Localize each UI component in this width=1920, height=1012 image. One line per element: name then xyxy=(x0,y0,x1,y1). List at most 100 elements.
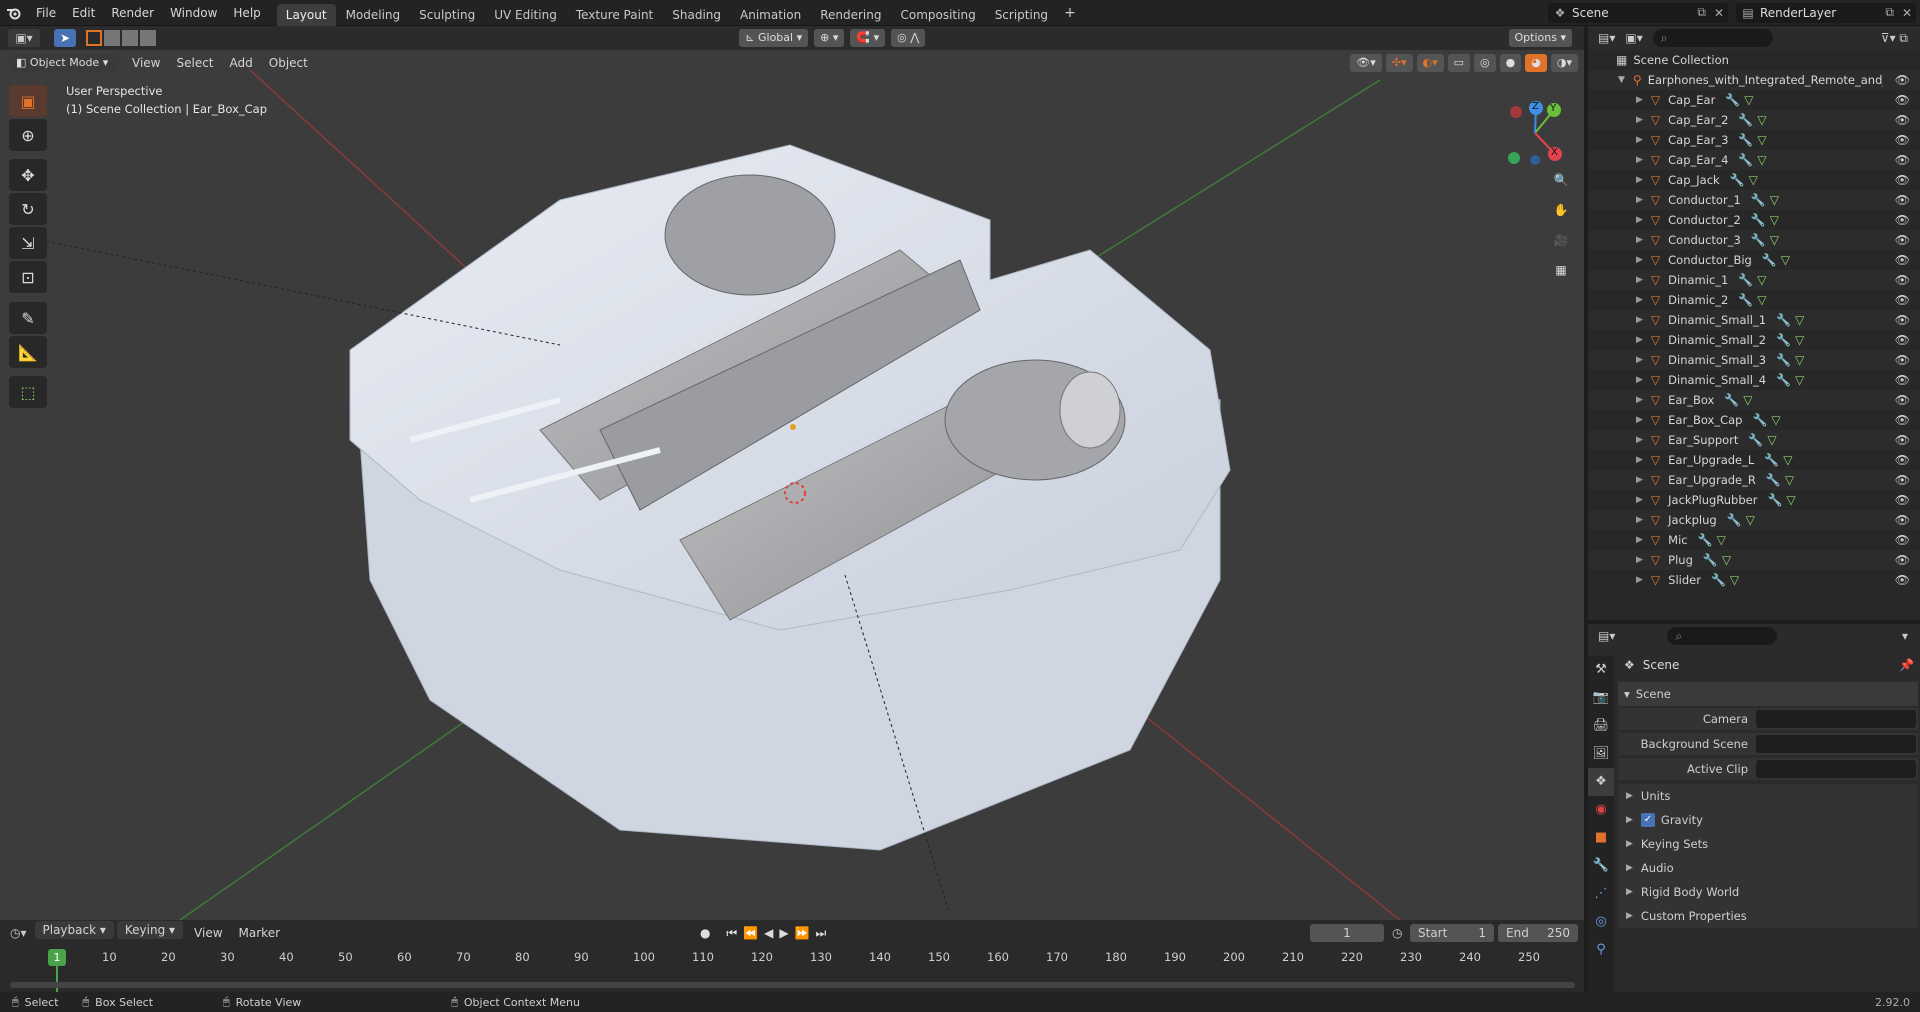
outliner-item-jackplugrubber[interactable]: ▶ ▽ JackPlugRubber 🔧 ▽ 👁 xyxy=(1588,490,1920,510)
modifier-wrench-icon[interactable]: 🔧 xyxy=(1738,273,1753,287)
modifier-wrench-icon[interactable]: 🔧 xyxy=(1748,433,1763,447)
chevron-right-icon[interactable]: ▶ xyxy=(1636,495,1643,505)
3d-viewport[interactable]: User Perspective (1) Scene Collection | … xyxy=(0,50,1584,920)
eye-icon[interactable]: 👁 xyxy=(1895,113,1910,127)
chevron-right-icon[interactable]: ▶ xyxy=(1636,375,1643,385)
mesh-data-icon[interactable]: ▽ xyxy=(1717,533,1726,547)
blender-logo-icon[interactable] xyxy=(0,0,28,26)
modifier-wrench-icon[interactable]: 🔧 xyxy=(1776,353,1791,367)
eye-icon[interactable]: 👁 xyxy=(1895,193,1910,207)
modifier-tab-icon[interactable]: 🔧 xyxy=(1588,852,1614,880)
modifier-wrench-icon[interactable]: 🔧 xyxy=(1776,333,1791,347)
mesh-data-icon[interactable]: ▽ xyxy=(1767,433,1776,447)
modifier-wrench-icon[interactable]: 🔧 xyxy=(1724,393,1739,407)
eye-icon[interactable]: 👁 xyxy=(1895,333,1910,347)
eye-icon[interactable]: 👁 xyxy=(1895,473,1910,487)
tab-scripting[interactable]: Scripting xyxy=(986,4,1057,26)
eye-icon[interactable]: 👁 xyxy=(1895,353,1910,367)
eye-icon[interactable]: 👁 xyxy=(1895,513,1910,527)
outliner-item-conductor_1[interactable]: ▶ ▽ Conductor_1 🔧 ▽ 👁 xyxy=(1588,190,1920,210)
viewport-menu-view[interactable]: View xyxy=(124,51,168,75)
tab-modeling[interactable]: Modeling xyxy=(337,4,410,26)
chevron-right-icon[interactable]: ▶ xyxy=(1636,215,1643,225)
modifier-wrench-icon[interactable]: 🔧 xyxy=(1751,233,1766,247)
outliner-item-ear_upgrade_l[interactable]: ▶ ▽ Ear_Upgrade_L 🔧 ▽ 👁 xyxy=(1588,450,1920,470)
modifier-wrench-icon[interactable]: 🔧 xyxy=(1738,133,1753,147)
mesh-data-icon[interactable]: ▽ xyxy=(1785,473,1794,487)
chevron-right-icon[interactable]: ▶ xyxy=(1636,95,1643,105)
navigation-gizmo[interactable]: Y X Z xyxy=(1500,98,1570,168)
eye-icon[interactable]: 👁 xyxy=(1895,73,1910,87)
chevron-down-icon[interactable]: ▼ xyxy=(1618,75,1625,85)
object-tab-icon[interactable]: ■ xyxy=(1588,824,1614,852)
outliner-item-cap_ear_2[interactable]: ▶ ▽ Cap_Ear_2 🔧 ▽ 👁 xyxy=(1588,110,1920,130)
mode-dropdown[interactable]: ◧ Object Mode ▾ xyxy=(10,54,118,72)
modifier-wrench-icon[interactable]: 🔧 xyxy=(1698,533,1713,547)
chevron-right-icon[interactable]: ▶ xyxy=(1636,415,1643,425)
outliner-item-dinamic_1[interactable]: ▶ ▽ Dinamic_1 🔧 ▽ 👁 xyxy=(1588,270,1920,290)
mesh-data-icon[interactable]: ▽ xyxy=(1795,353,1804,367)
outliner-item-ear_box[interactable]: ▶ ▽ Ear_Box 🔧 ▽ 👁 xyxy=(1588,390,1920,410)
viewport-menu-object[interactable]: Object xyxy=(261,51,316,75)
chevron-right-icon[interactable]: ▶ xyxy=(1636,115,1643,125)
mesh-data-icon[interactable]: ▽ xyxy=(1795,313,1804,327)
mesh-data-icon[interactable]: ▽ xyxy=(1744,93,1753,107)
camera-view-icon[interactable]: 🎥 xyxy=(1547,226,1575,254)
scene-tab-icon[interactable]: ❖ xyxy=(1588,768,1614,796)
mesh-data-icon[interactable]: ▽ xyxy=(1786,493,1795,507)
transform-tool[interactable]: ⊡ xyxy=(9,261,47,293)
outliner-item-dinamic_small_1[interactable]: ▶ ▽ Dinamic_Small_1 🔧 ▽ 👁 xyxy=(1588,310,1920,330)
modifier-wrench-icon[interactable]: 🔧 xyxy=(1766,473,1781,487)
chevron-right-icon[interactable]: ▶ xyxy=(1636,255,1643,265)
section-audio[interactable]: ▶ Audio xyxy=(1618,856,1918,880)
particles-tab-icon[interactable]: ⋰ xyxy=(1588,880,1614,908)
annotate-tool[interactable]: ✎ xyxy=(9,302,47,334)
view-layer-tab-icon[interactable]: 🖼 xyxy=(1588,740,1614,768)
outliner-item-dinamic_small_4[interactable]: ▶ ▽ Dinamic_Small_4 🔧 ▽ 👁 xyxy=(1588,370,1920,390)
menu-help[interactable]: Help xyxy=(225,0,268,26)
prop-field-input[interactable] xyxy=(1756,710,1916,728)
output-tab-icon[interactable]: 🖨 xyxy=(1588,712,1614,740)
prop-field-input[interactable] xyxy=(1756,735,1916,753)
chevron-right-icon[interactable]: ▶ xyxy=(1636,355,1643,365)
eye-icon[interactable]: 👁 xyxy=(1895,573,1910,587)
measure-tool[interactable]: 📐 xyxy=(9,336,47,368)
outliner-item-conductor_2[interactable]: ▶ ▽ Conductor_2 🔧 ▽ 👁 xyxy=(1588,210,1920,230)
tab-layout[interactable]: Layout xyxy=(276,3,336,26)
world-tab-icon[interactable]: ◉ xyxy=(1588,796,1614,824)
menu-render[interactable]: Render xyxy=(103,0,162,26)
tab-animation[interactable]: Animation xyxy=(731,4,810,26)
outliner-editor-icon[interactable]: ▤▾ xyxy=(1598,31,1615,45)
outliner-item-ear_box_cap[interactable]: ▶ ▽ Ear_Box_Cap 🔧 ▽ 👁 xyxy=(1588,410,1920,430)
eye-icon[interactable]: 👁 xyxy=(1895,213,1910,227)
filter-icon[interactable]: ⊽▾ ⧉ xyxy=(1881,31,1908,46)
mesh-data-icon[interactable]: ▽ xyxy=(1730,573,1739,587)
mesh-data-icon[interactable]: ▽ xyxy=(1770,233,1779,247)
proportional-editing-button[interactable]: ◎ ⋀ xyxy=(891,29,926,47)
chevron-right-icon[interactable]: ▶ xyxy=(1636,555,1643,565)
chevron-right-icon[interactable]: ▶ xyxy=(1636,435,1643,445)
scale-tool[interactable]: ⇲ xyxy=(9,227,47,259)
viewport-menu-add[interactable]: Add xyxy=(222,51,261,75)
section-custom-properties[interactable]: ▶ Custom Properties xyxy=(1618,904,1918,928)
modifier-wrench-icon[interactable]: 🔧 xyxy=(1752,413,1767,427)
eye-icon[interactable]: 👁 xyxy=(1895,233,1910,247)
tab-rendering[interactable]: Rendering xyxy=(811,4,890,26)
view-layer-selector[interactable]: ▤ RenderLayer ⧉ ✕ xyxy=(1736,2,1916,23)
modifier-wrench-icon[interactable]: 🔧 xyxy=(1767,493,1782,507)
section-keying-sets[interactable]: ▶ Keying Sets xyxy=(1618,832,1918,856)
mesh-data-icon[interactable]: ▽ xyxy=(1770,213,1779,227)
chevron-right-icon[interactable]: ▶ xyxy=(1636,475,1643,485)
ortho-grid-icon[interactable]: ▦ xyxy=(1547,256,1575,284)
chevron-right-icon[interactable]: ▶ xyxy=(1636,235,1643,245)
mesh-data-icon[interactable]: ▽ xyxy=(1781,253,1790,267)
section-rigid-body-world[interactable]: ▶ Rigid Body World xyxy=(1618,880,1918,904)
mesh-data-icon[interactable]: ▽ xyxy=(1757,113,1766,127)
tool-tab-icon[interactable]: ⚒ xyxy=(1588,656,1614,684)
chevron-right-icon[interactable]: ▶ xyxy=(1636,315,1643,325)
menu-file[interactable]: File xyxy=(28,0,64,26)
modifier-wrench-icon[interactable]: 🔧 xyxy=(1738,293,1753,307)
chevron-down-icon[interactable]: ▾ xyxy=(1902,629,1908,643)
section-units[interactable]: ▶ Units xyxy=(1618,784,1918,808)
tab-uv-editing[interactable]: UV Editing xyxy=(485,4,566,26)
